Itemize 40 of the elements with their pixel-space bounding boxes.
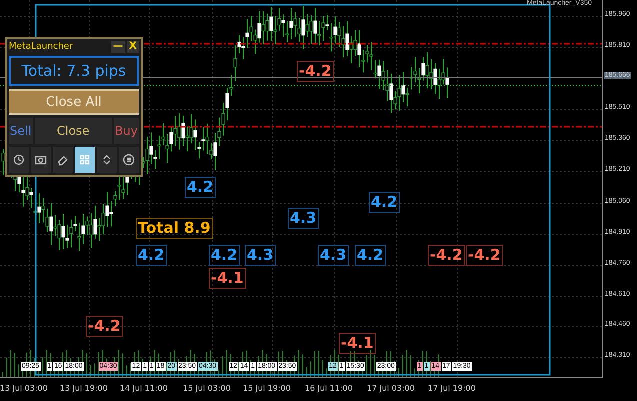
sell-button[interactable]: Sell [9, 118, 33, 144]
time-label: 14 Jul 11:00 [120, 384, 168, 393]
tool-button[interactable] [31, 147, 51, 173]
time-label: 17 Jul 03:00 [367, 384, 415, 393]
profit-label: 4.3 [288, 208, 319, 229]
profit-label: 4.3 [245, 245, 276, 266]
time-label: 13 Jul 03:00 [0, 384, 48, 393]
close-panel-button[interactable]: X [127, 41, 139, 53]
up-down-chevron-icon [101, 154, 113, 166]
time-label: 15 Jul 19:00 [243, 384, 291, 393]
time-label: 13 Jul 19:00 [60, 384, 108, 393]
profit-label: -4.1 [339, 333, 376, 354]
profit-label: 4.2 [136, 245, 167, 266]
tool-button[interactable] [119, 147, 139, 173]
profit-label: Total 8.9 [136, 218, 213, 239]
tool-button[interactable] [97, 147, 117, 173]
tool-button[interactable] [9, 147, 29, 173]
profit-label: -4.2 [86, 316, 123, 337]
list-icon [123, 154, 135, 166]
total-pips-display: Total: 7.3 pips [9, 56, 139, 86]
minimize-button[interactable]: — [111, 41, 126, 53]
eraser-icon [57, 154, 69, 166]
close-trade-button[interactable]: Close [34, 118, 112, 144]
profit-label: 4.3 [318, 245, 349, 266]
tool-button[interactable] [53, 147, 73, 173]
profit-label: -4.2 [466, 245, 503, 266]
profit-label: 4.2 [355, 245, 386, 266]
time-label: 17 Jul 19:00 [428, 384, 476, 393]
profit-label: -4.2 [297, 61, 334, 82]
grid-icon [79, 154, 91, 166]
panel-title: MetaLauncher [9, 42, 74, 52]
profit-label: 4.2 [185, 177, 216, 198]
profit-label: -4.1 [209, 268, 246, 289]
profit-label: -4.2 [428, 245, 465, 266]
profit-label: 4.2 [209, 245, 240, 266]
profit-label: 4.2 [369, 192, 400, 213]
time-label: 16 Jul 11:00 [305, 384, 353, 393]
time-label: 15 Jul 03:00 [183, 384, 231, 393]
camera-icon [35, 154, 47, 166]
history-icon [13, 154, 25, 166]
